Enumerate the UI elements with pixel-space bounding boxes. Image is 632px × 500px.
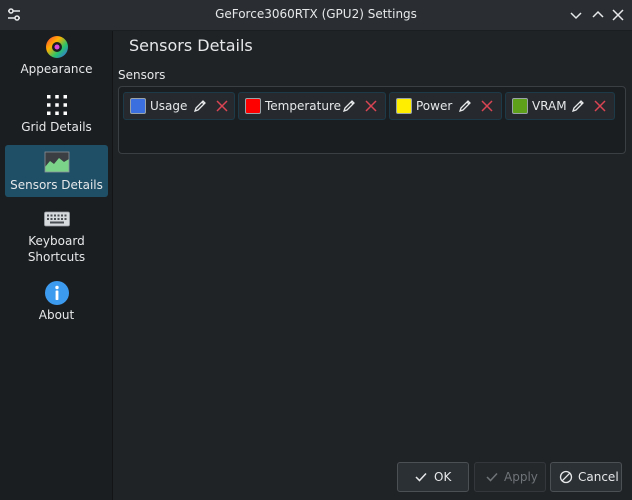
- info-icon: [44, 281, 69, 305]
- cancel-icon: [559, 470, 573, 484]
- close-icon: [365, 100, 377, 112]
- keyboard-icon: [43, 211, 70, 227]
- sensor-label: VRAM: [532, 99, 567, 113]
- sidebar-item-label: Keyboard Shortcuts: [27, 234, 86, 264]
- remove-sensor-button[interactable]: [214, 98, 230, 114]
- sidebar-item-label: About: [38, 308, 75, 322]
- chevron-up-icon: [592, 10, 604, 18]
- close-icon: [612, 9, 624, 21]
- edit-sensor-button[interactable]: [192, 98, 208, 114]
- edit-sensor-button[interactable]: [341, 98, 357, 114]
- sidebar-item-about[interactable]: About: [5, 279, 108, 331]
- check-icon: [486, 472, 498, 482]
- sensors-group-label: Sensors: [118, 68, 166, 82]
- minimize-button[interactable]: [568, 7, 584, 23]
- sensor-chip-usage[interactable]: Usage: [123, 92, 235, 120]
- pencil-icon: [458, 100, 471, 113]
- sidebar-item-label: Grid Details: [21, 120, 92, 134]
- page-title: Sensors Details: [129, 36, 253, 55]
- remove-sensor-button[interactable]: [592, 98, 608, 114]
- sensors-list: Usage Temperature Power VRAM: [118, 86, 626, 154]
- remove-sensor-button[interactable]: [363, 98, 379, 114]
- pencil-icon: [193, 100, 206, 113]
- sidebar-item-label: Sensors Details: [10, 178, 103, 192]
- apply-button[interactable]: Apply: [474, 462, 546, 492]
- close-icon: [216, 100, 228, 112]
- check-icon: [415, 472, 427, 482]
- grid-icon: [46, 95, 67, 115]
- sensor-label: Power: [416, 99, 453, 113]
- maximize-button[interactable]: [590, 7, 606, 23]
- window-title: GeForce3060RTX (GPU2) Settings: [215, 7, 417, 21]
- sidebar-item-sensors-details[interactable]: Sensors Details: [5, 145, 108, 197]
- settings-window: GeForce3060RTX (GPU2) Settings Appearanc…: [0, 0, 632, 500]
- sidebar-item-appearance[interactable]: Appearance: [5, 33, 108, 85]
- pencil-icon: [342, 100, 355, 113]
- sensor-label: Temperature: [265, 99, 342, 113]
- edit-sensor-button[interactable]: [457, 98, 473, 114]
- chevron-down-icon: [570, 12, 582, 20]
- sensor-color-swatch[interactable]: [396, 98, 412, 114]
- cancel-button-label: Cancel: [578, 470, 619, 484]
- remove-sensor-button[interactable]: [479, 98, 495, 114]
- sensors-icon: [44, 151, 69, 173]
- sidebar: Appearance Grid Details Sensors Details …: [0, 31, 113, 500]
- sidebar-item-keyboard-shortcuts[interactable]: Keyboard Shortcuts: [5, 205, 108, 271]
- ok-button-label: OK: [434, 470, 452, 484]
- cancel-button[interactable]: Cancel: [550, 462, 622, 492]
- title-bar: GeForce3060RTX (GPU2) Settings: [0, 0, 632, 31]
- sensor-color-swatch[interactable]: [245, 98, 261, 114]
- sensor-chip-temperature[interactable]: Temperature: [238, 92, 386, 120]
- sensor-label: Usage: [150, 99, 188, 113]
- close-icon: [594, 100, 606, 112]
- apply-button-label: Apply: [504, 470, 538, 484]
- appearance-icon: [45, 36, 68, 58]
- close-window-button[interactable]: [610, 7, 626, 23]
- close-icon: [481, 100, 493, 112]
- sidebar-item-label: Appearance: [20, 62, 93, 76]
- sensor-chip-power[interactable]: Power: [389, 92, 502, 120]
- sensor-chip-vram[interactable]: VRAM: [505, 92, 615, 120]
- pencil-icon: [571, 100, 584, 113]
- sensor-color-swatch[interactable]: [512, 98, 528, 114]
- edit-sensor-button[interactable]: [570, 98, 586, 114]
- sensor-color-swatch[interactable]: [130, 98, 146, 114]
- ok-button[interactable]: OK: [397, 462, 469, 492]
- sidebar-item-grid-details[interactable]: Grid Details: [5, 91, 108, 143]
